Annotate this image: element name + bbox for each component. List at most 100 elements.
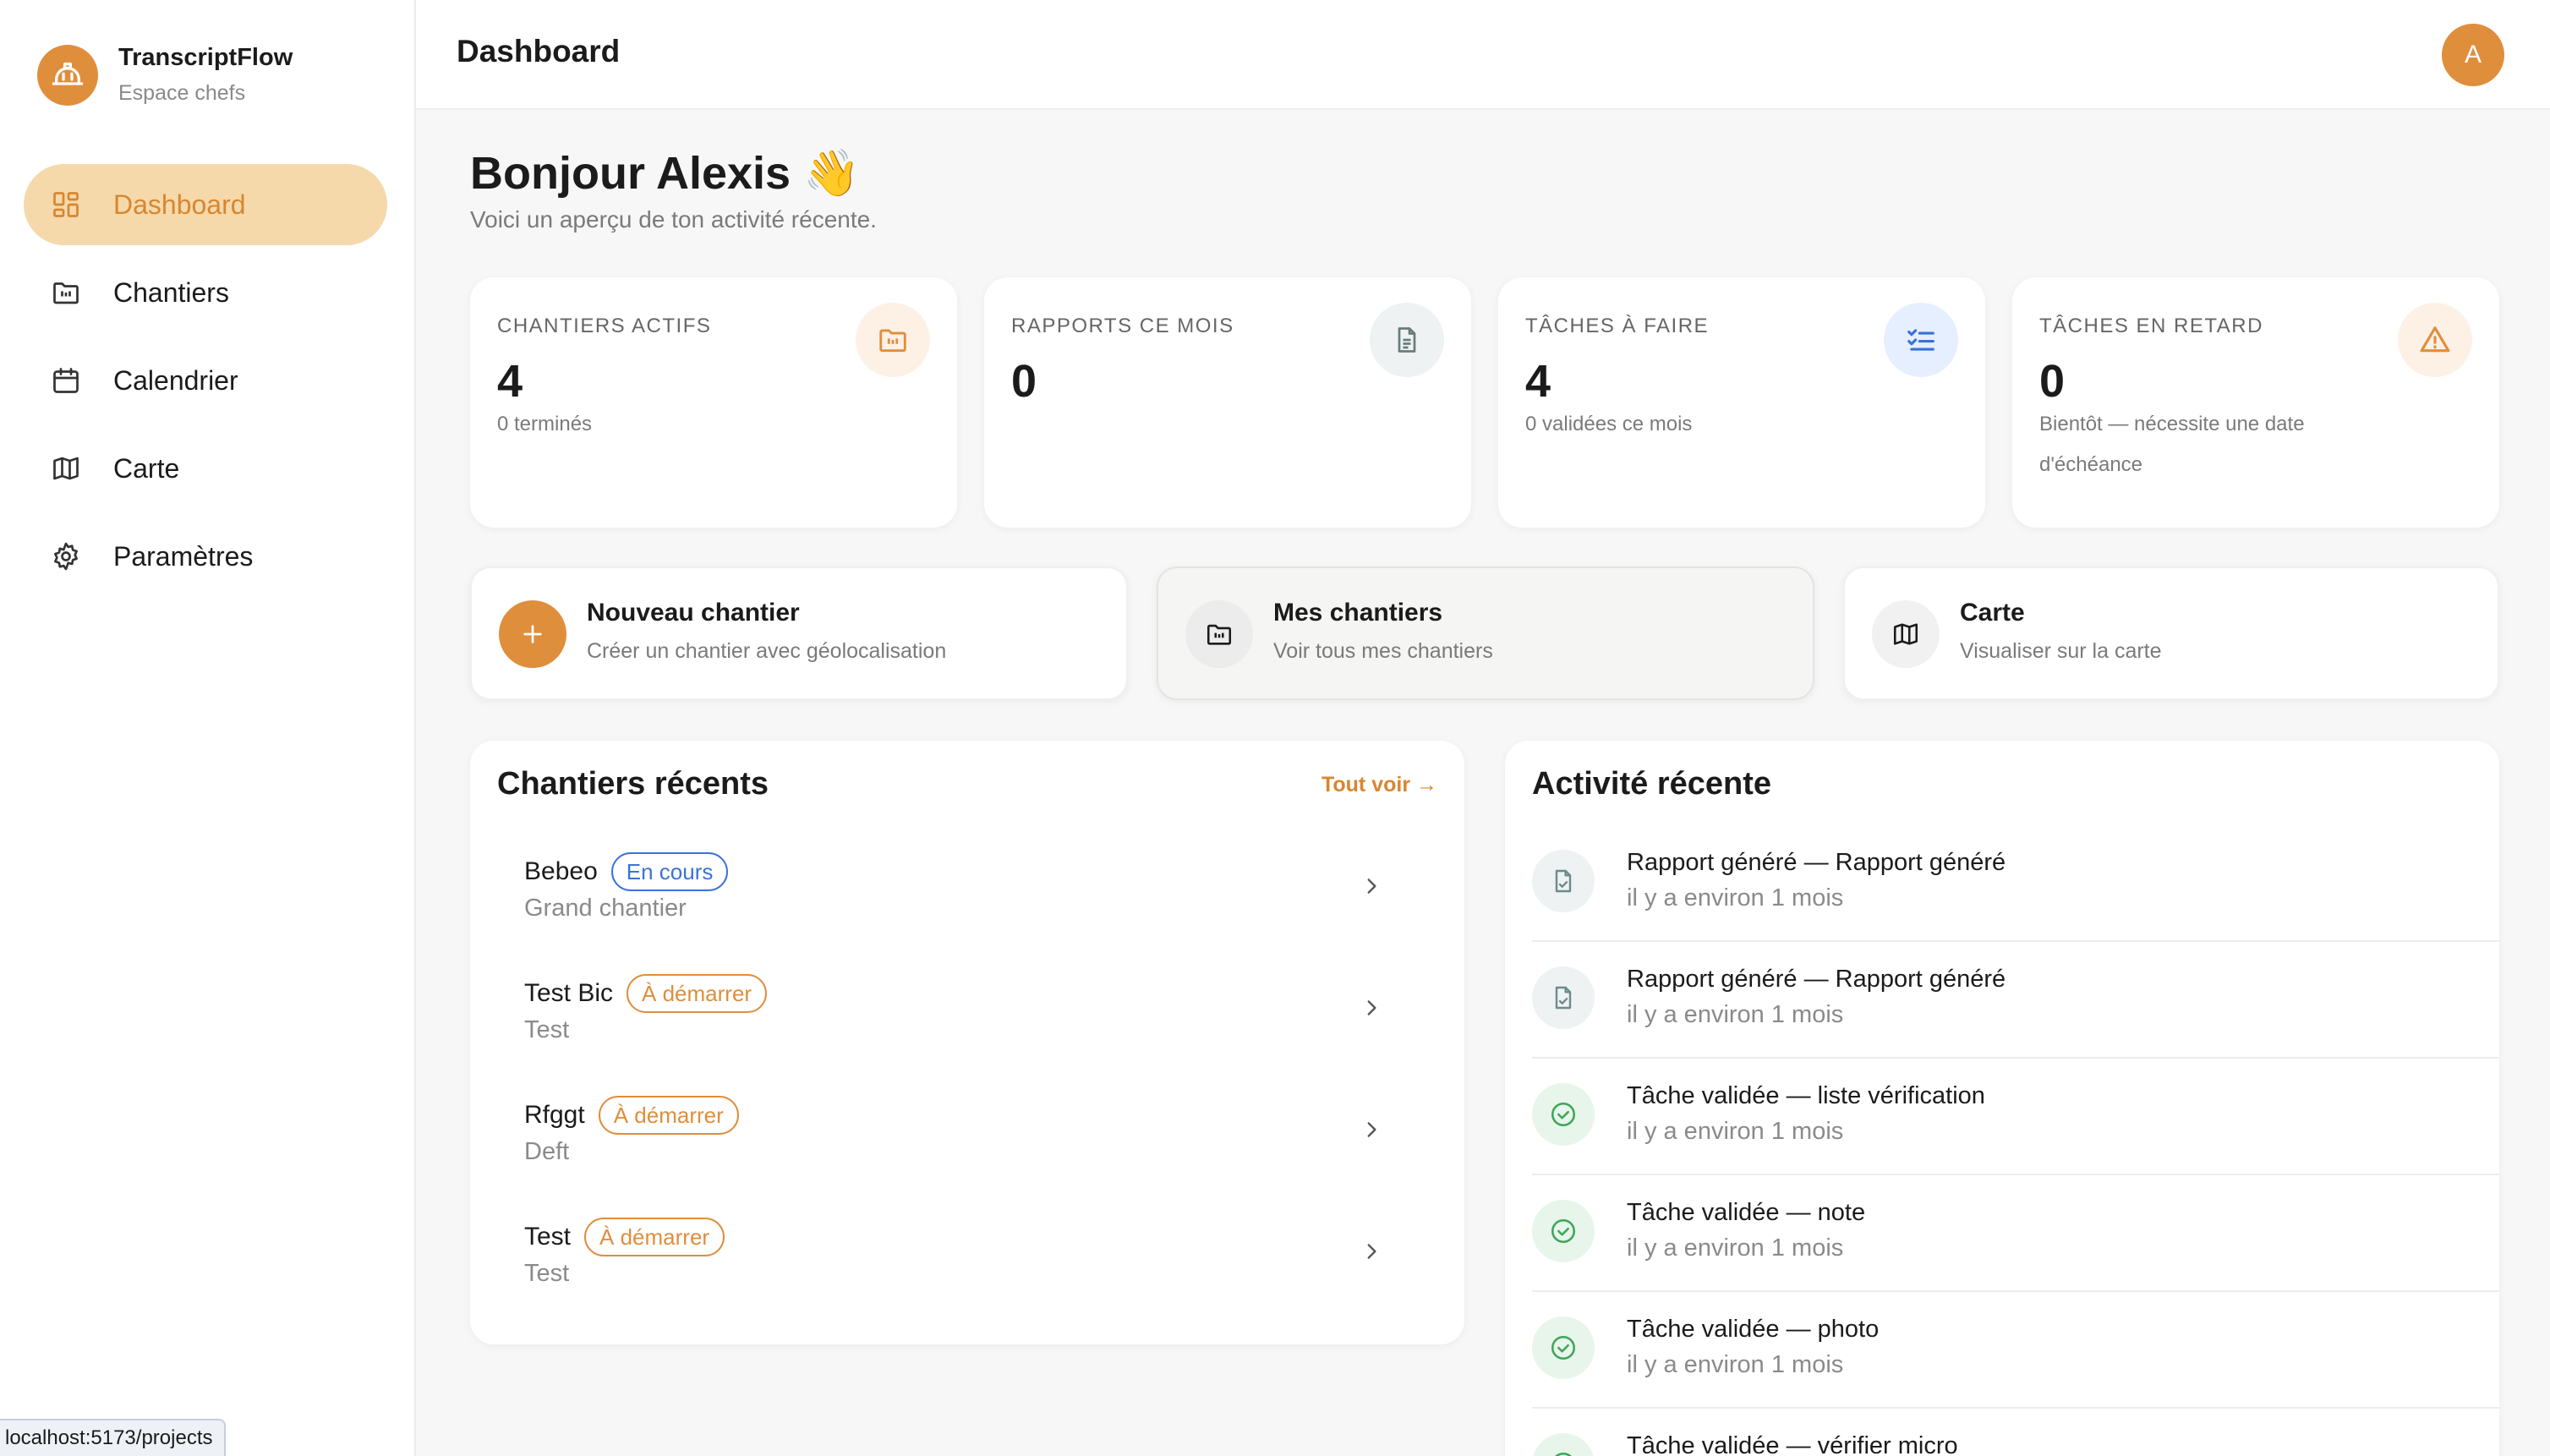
status-badge: À démarrer xyxy=(584,1218,725,1256)
document-icon xyxy=(1370,303,1444,377)
topbar: Dashboard A xyxy=(416,0,2550,110)
activity-title: Tâche validée — note xyxy=(1627,1199,1866,1226)
action-title: Mes chantiers xyxy=(1273,599,1443,627)
project-name: Rfggt xyxy=(524,1101,585,1129)
action-title: Nouveau chantier xyxy=(587,599,800,627)
activity-item[interactable]: Rapport généré — Rapport généré il y a e… xyxy=(1532,825,2499,942)
action-title: Carte xyxy=(1960,599,2025,627)
sidebar-item-carte[interactable]: Carte xyxy=(24,428,387,509)
folder-icon xyxy=(856,303,930,377)
greeting-title: Bonjour Alexis 👋 xyxy=(470,148,861,199)
activity-item[interactable]: Tâche validée — note il y a environ 1 mo… xyxy=(1532,1175,2499,1292)
project-row[interactable]: Rfggt À démarrer Deft xyxy=(497,1079,1436,1187)
check-circle-icon xyxy=(1532,1083,1595,1146)
document-check-icon xyxy=(1532,850,1595,912)
page-title: Dashboard xyxy=(457,34,621,68)
project-name: Test xyxy=(524,1223,572,1251)
stat-card-taches-en-retard: TÂCHES EN RETARD 0 Bientôt — nécessite u… xyxy=(2012,277,2499,528)
activity-title: Tâche validée — liste vérification xyxy=(1627,1082,1985,1109)
brand[interactable]: TranscriptFlow Espace chefs xyxy=(37,42,293,108)
stat-card-chantiers-actifs: CHANTIERS ACTIFS 4 0 terminés xyxy=(470,277,957,528)
stat-label: TÂCHES À FAIRE xyxy=(1525,315,1710,337)
map-button[interactable]: Carte Visualiser sur la carte xyxy=(1843,567,2499,700)
chevron-right-icon xyxy=(1356,1236,1387,1267)
plus-icon xyxy=(499,600,566,668)
sidebar: TranscriptFlow Espace chefs Dashboard Ch… xyxy=(0,0,416,1456)
activity-time: il y a environ 1 mois xyxy=(1627,1118,1844,1145)
checklist-icon xyxy=(1884,303,1958,377)
status-badge: À démarrer xyxy=(627,974,768,1013)
stat-value: 0 xyxy=(2039,356,2066,407)
project-row[interactable]: Bebeo En cours Grand chantier xyxy=(497,835,1436,944)
project-subtitle: Grand chantier xyxy=(524,895,687,922)
dashboard-grid-icon xyxy=(49,188,83,222)
stat-label: CHANTIERS ACTIFS xyxy=(497,315,712,337)
hard-hat-icon xyxy=(37,45,98,106)
chevron-right-icon xyxy=(1356,993,1387,1023)
folder-icon xyxy=(1185,600,1253,668)
folder-icon xyxy=(49,276,83,309)
status-badge: À démarrer xyxy=(598,1096,739,1135)
activity-time: il y a environ 1 mois xyxy=(1627,1001,1844,1028)
stat-label: RAPPORTS CE MOIS xyxy=(1011,315,1234,337)
map-icon xyxy=(1872,600,1940,668)
action-subtitle: Créer un chantier avec géolocalisation xyxy=(587,639,947,663)
activity-title: Tâche validée — vérifier micro xyxy=(1627,1432,1958,1456)
link-status-url: localhost:5173/projects xyxy=(0,1419,227,1456)
sidebar-item-calendrier[interactable]: Calendrier xyxy=(24,340,387,421)
map-icon xyxy=(49,452,83,485)
warning-icon xyxy=(2398,303,2472,377)
activity-title: Rapport généré — Rapport généré xyxy=(1627,966,2006,993)
sidebar-item-label: Dashboard xyxy=(113,189,246,220)
stat-card-rapports: RAPPORTS CE MOIS 0 xyxy=(984,277,1471,528)
check-circle-icon xyxy=(1532,1316,1595,1379)
sidebar-item-label: Calendrier xyxy=(113,364,238,396)
stat-value: 4 xyxy=(497,356,523,407)
project-name: Bebeo xyxy=(524,857,598,885)
my-projects-button[interactable]: Mes chantiers Voir tous mes chantiers xyxy=(1157,567,1814,700)
activity-item[interactable]: Tâche validée — liste vérification il y … xyxy=(1532,1059,2499,1175)
gear-icon xyxy=(49,539,83,573)
project-row[interactable]: Test À démarrer Test xyxy=(497,1201,1436,1309)
stat-subtext: 0 terminés xyxy=(497,413,593,435)
recent-activity-title: Activité récente xyxy=(1532,766,1772,802)
action-subtitle: Visualiser sur la carte xyxy=(1960,639,2162,663)
activity-time: il y a environ 1 mois xyxy=(1627,1234,1844,1262)
check-circle-icon xyxy=(1532,1200,1595,1262)
activity-item[interactable]: Tâche validée — vérifier micro xyxy=(1532,1409,2499,1456)
activity-time: il y a environ 1 mois xyxy=(1627,1351,1844,1378)
stat-subtext: Bientôt — nécessite une date d'échéance xyxy=(2039,413,2305,476)
sidebar-nav: Dashboard Chantiers Calendrier Carte Par… xyxy=(24,164,387,604)
activity-item[interactable]: Rapport généré — Rapport généré il y a e… xyxy=(1532,942,2499,1059)
project-name: Test Bic xyxy=(524,979,614,1007)
recent-activity-panel: Activité récente Rapport généré — Rappor… xyxy=(1505,741,2499,1456)
sidebar-item-dashboard[interactable]: Dashboard xyxy=(24,164,387,245)
activity-time: il y a environ 1 mois xyxy=(1627,884,1844,911)
activity-item[interactable]: Tâche validée — photo il y a environ 1 m… xyxy=(1532,1292,2499,1409)
activity-title: Tâche validée — photo xyxy=(1627,1316,1880,1343)
activity-title: Rapport généré — Rapport généré xyxy=(1627,849,2006,876)
stat-value: 0 xyxy=(1011,356,1037,407)
sidebar-item-chantiers[interactable]: Chantiers xyxy=(24,252,387,333)
new-project-button[interactable]: Nouveau chantier Créer un chantier avec … xyxy=(470,567,1128,700)
stat-card-taches-a-faire: TÂCHES À FAIRE 4 0 validées ce mois xyxy=(1498,277,1985,528)
document-check-icon xyxy=(1532,966,1595,1029)
status-badge: En cours xyxy=(610,852,729,891)
project-subtitle: Test xyxy=(524,1260,570,1287)
check-circle-icon xyxy=(1532,1433,1595,1456)
avatar[interactable]: A xyxy=(2442,24,2504,86)
see-all-link[interactable]: Tout voir → xyxy=(1322,773,1437,797)
calendar-icon xyxy=(49,364,83,397)
sidebar-item-label: Paramètres xyxy=(113,540,254,572)
action-subtitle: Voir tous mes chantiers xyxy=(1273,639,1493,663)
brand-name: TranscriptFlow xyxy=(118,44,293,71)
stat-subtext: 0 validées ce mois xyxy=(1525,413,1693,435)
sidebar-item-label: Carte xyxy=(113,452,180,484)
brand-subtitle: Espace chefs xyxy=(118,81,246,105)
project-row[interactable]: Test Bic À démarrer Test xyxy=(497,957,1436,1065)
sidebar-item-parametres[interactable]: Paramètres xyxy=(24,516,387,597)
greeting-subtitle: Voici un aperçu de ton activité récente. xyxy=(470,206,877,233)
sidebar-item-label: Chantiers xyxy=(113,276,229,308)
recent-projects-title: Chantiers récents xyxy=(497,766,769,802)
stat-value: 4 xyxy=(1525,356,1551,407)
